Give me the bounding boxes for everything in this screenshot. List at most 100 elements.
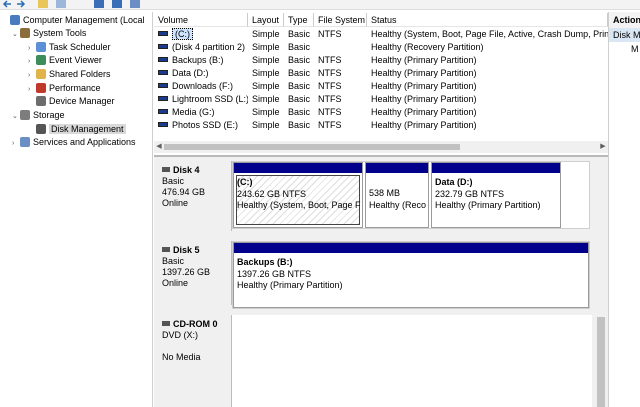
disk-name-text: Disk 4 [173,165,200,175]
volume-cell-text: Simple [252,107,280,117]
disk-info-disk-5[interactable]: Disk 5 Basic 1397.26 GB Online [156,241,232,305]
partition-status: Healthy (System, Boot, Page F [237,200,361,210]
volume-row[interactable]: (Disk 4 partition 2) Simple Basic Healthy (… [154,41,608,54]
volume-cell-text: Basic [288,29,311,39]
scroll-right-icon[interactable]: ▶ [598,141,608,153]
volume-cell-text: Healthy (Primary Partition) [371,55,477,65]
volume-cell-volume: Backups (B:) [154,54,248,67]
column-header-file-system[interactable]: File System [314,13,367,27]
volume-cell-text: Media (G:) [172,107,215,117]
column-header-layout[interactable]: Layout [248,13,284,27]
volume-cell-fs: NTFS [314,119,367,132]
volume-cell-type: Basic [284,28,314,41]
volume-cell-text: Healthy (System, Boot, Page File, Active… [371,29,608,39]
partition-block[interactable]: Data (D:) 232.79 GB NTFS Healthy (Primary … [431,162,561,228]
view-icon[interactable] [130,0,140,8]
column-header-type[interactable]: Type [284,13,314,27]
partition-status: Healthy (Primary Partition) [237,280,343,290]
volume-cell-text: Simple [252,55,280,65]
expand-caret-icon[interactable]: ⌄ [12,28,20,41]
back-arrow-icon[interactable] [2,0,12,8]
tree-item-storage[interactable]: ⌄ Storage [12,109,65,122]
volume-row[interactable]: Media (G:) Simple Basic NTFS Healthy (Primar… [154,106,608,119]
volume-cell-layout: Simple [248,41,284,54]
volume-row[interactable]: Downloads (F:) Simple Basic NTFS Healthy (Pr… [154,80,608,93]
partition-block[interactable]: Backups (B:) 1397.26 GB NTFS Healthy (Prim… [233,242,589,308]
horizontal-scroll-thumb[interactable] [164,144,460,150]
volume-cell-text: Backups (B:) [172,55,224,65]
volume-cell-volume: Downloads (F:) [154,80,248,93]
actions-item-disk-management[interactable]: Disk M [609,28,640,42]
scroll-left-icon[interactable]: ◀ [154,141,164,153]
volume-cell-type: Basic [284,54,314,67]
expand-caret-icon[interactable]: › [12,137,20,150]
volume-cell-type: Basic [284,93,314,106]
volume-cell-type: Basic [284,80,314,93]
show-hide-tree-icon[interactable] [56,0,66,8]
vertical-scroll-thumb[interactable] [597,317,605,407]
tree-item-system-tools[interactable]: ⌄ System Tools [12,27,86,40]
volume-cell-text: (C:) [172,28,193,40]
graphical-view-vertical-scrollbar[interactable] [594,157,608,407]
partition-text: Backups (B:) 1397.26 GB NTFS Healthy (Prim… [234,253,588,292]
disk-info-disk-4[interactable]: Disk 4 Basic 476.94 GB Online [156,161,232,231]
volume-list-horizontal-scrollbar[interactable]: ◀ ▶ [154,141,608,153]
volume-row[interactable]: Backups (B:) Simple Basic NTFS Healthy (Prim… [154,54,608,67]
computer-icon [10,15,20,25]
tree-item-label: Storage [33,110,65,120]
disk-kind: Basic [162,256,185,266]
volume-cell-fs: NTFS [314,28,367,41]
volume-row[interactable]: Photos SSD (E:) Simple Basic NTFS Healthy (P… [154,119,608,132]
tree-item-task-scheduler[interactable]: › Task Scheduler [28,41,111,54]
expand-caret-icon[interactable]: › [28,69,36,82]
partition-block[interactable]: (C:) 243.62 GB NTFS Healthy (System, Boot,… [233,162,363,228]
volume-cell-layout: Simple [248,106,284,119]
folder-up-icon[interactable] [38,0,48,8]
actions-pane: Action Disk M M [608,12,640,407]
volume-cell-text: Basic [288,107,311,117]
volume-cell-layout: Simple [248,93,284,106]
volume-row[interactable]: Lightroom SSD (L:) Simple Basic NTFS Healthy… [154,93,608,106]
column-header-volume[interactable]: Volume [154,13,248,27]
volume-cell-volume: Media (G:) [154,106,248,119]
tree-item-label: System Tools [33,28,87,38]
disk-size: 476.94 GB [162,187,206,197]
services-icon [20,137,30,147]
disk-info-cd-rom-0[interactable]: CD-ROM 0 DVD (X:) No Media [156,315,232,407]
tree-item-event-viewer[interactable]: › Event Viewer [28,54,102,67]
volume-cell-text: Healthy (Recovery Partition) [371,42,484,52]
tree-item-computer-management-local[interactable]: Computer Management (Local [2,14,145,27]
actions-item-more[interactable]: M [609,42,640,56]
volume-cell-text: Basic [288,68,311,78]
volume-cell-layout: Simple [248,67,284,80]
volume-cell-status: Healthy (Primary Partition) [367,80,608,93]
volume-row[interactable]: (C:) Simple Basic NTFS Healthy (System, Boot… [154,28,608,41]
volume-row[interactable]: Data (D:) Simple Basic NTFS Healthy (Primary… [154,67,608,80]
tree-item-disk-management[interactable]: Disk Management [28,123,126,136]
tree-item-performance[interactable]: › Performance [28,82,101,95]
tree-item-services-and-applications[interactable]: › Services and Applications [12,136,136,149]
properties-icon[interactable] [112,0,122,8]
volume-cell-status: Healthy (Recovery Partition) [367,41,608,54]
partition-block[interactable]: 538 MB Healthy (Reco [365,162,429,228]
expand-caret-icon[interactable]: ⌄ [12,110,20,123]
disk-management-pane: Volume Layout Type File System Status (C:) Sim… [154,12,608,407]
expand-caret-icon[interactable]: › [28,55,36,68]
help-icon[interactable] [94,0,104,8]
volume-cell-fs: NTFS [314,67,367,80]
partition-header-bar [234,163,362,173]
volume-cell-text: Lightroom SSD (L:) [172,94,248,104]
tree-item-shared-folders[interactable]: › Shared Folders [28,68,111,81]
volume-cell-text: Basic [288,55,311,65]
forward-arrow-icon[interactable] [16,0,26,8]
column-header-status[interactable]: Status [367,13,608,27]
disk-management-icon [36,124,46,134]
volume-cell-text: Basic [288,42,311,52]
volume-cell-layout: Simple [248,28,284,41]
volume-cell-text: Simple [252,81,280,91]
tree-item-device-manager[interactable]: Device Manager [28,95,115,108]
volume-cell-text: Healthy (Primary Partition) [371,94,477,104]
volume-cell-volume: Data (D:) [154,67,248,80]
tree-item-label: Event Viewer [49,55,102,65]
disk-name: Disk 4 [162,165,231,176]
